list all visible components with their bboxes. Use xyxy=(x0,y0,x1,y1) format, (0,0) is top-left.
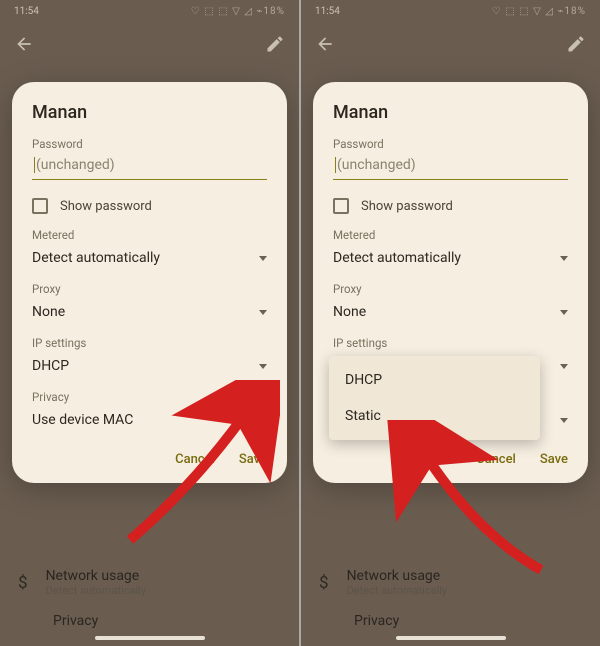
password-placeholder: (unchanged) xyxy=(36,157,115,173)
bg-privacy-title: Privacy xyxy=(354,613,399,629)
bg-privacy-row[interactable]: Privacy xyxy=(319,605,582,633)
metered-label: Metered xyxy=(333,228,568,242)
screenshot-right: 11:54 ♡ ⬚ ⬚ ▽ ◿ ⌁18% $ Network usage Det… xyxy=(301,0,600,646)
background-settings-list: $ Network usage Detect automatically Pri… xyxy=(301,560,600,633)
password-label: Password xyxy=(32,137,267,151)
edit-icon[interactable] xyxy=(566,34,586,54)
ip-option-dhcp[interactable]: DHCP xyxy=(329,362,540,398)
bg-network-usage-row[interactable]: $ Network usage Detect automatically xyxy=(319,560,582,601)
nav-pill[interactable] xyxy=(95,636,205,640)
ip-settings-select[interactable]: IP settings DHCP xyxy=(32,336,267,376)
status-icons: ♡ ⬚ ⬚ ▽ ◿ ⌁18% xyxy=(191,6,285,17)
dollar-icon: $ xyxy=(18,573,28,593)
cancel-button[interactable]: Cancel xyxy=(476,452,516,467)
privacy-label: Privacy xyxy=(32,390,267,404)
bg-network-usage-title: Network usage xyxy=(46,568,147,584)
status-time: 11:54 xyxy=(315,6,340,17)
metered-select[interactable]: Metered Detect automatically xyxy=(32,228,267,268)
bg-privacy-row[interactable]: Privacy xyxy=(18,605,281,633)
chevron-down-icon xyxy=(259,310,267,315)
proxy-select[interactable]: Proxy None xyxy=(333,282,568,322)
show-password-row[interactable]: Show password xyxy=(32,198,267,214)
wifi-edit-dialog: Manan Password (unchanged) Show password… xyxy=(313,82,588,483)
show-password-checkbox[interactable] xyxy=(333,198,349,214)
metered-value: Detect automatically xyxy=(32,250,160,266)
bg-network-usage-title: Network usage xyxy=(347,568,448,584)
ip-settings-label: IP settings xyxy=(32,336,267,350)
chevron-down-icon xyxy=(259,256,267,261)
proxy-value: None xyxy=(333,304,366,320)
metered-label: Metered xyxy=(32,228,267,242)
dialog-title: Manan xyxy=(32,102,267,123)
top-app-bar xyxy=(301,22,600,66)
password-label: Password xyxy=(333,137,568,151)
ip-settings-label: IP settings xyxy=(333,336,568,350)
dialog-actions: Cancel Save xyxy=(32,452,267,473)
proxy-select[interactable]: Proxy None xyxy=(32,282,267,322)
nav-pill[interactable] xyxy=(396,636,506,640)
privacy-value: Use device MAC xyxy=(32,412,133,428)
chevron-down-icon xyxy=(560,256,568,261)
dollar-icon: $ xyxy=(319,573,329,593)
bg-network-usage-row[interactable]: $ Network usage Detect automatically xyxy=(18,560,281,601)
status-time: 11:54 xyxy=(14,6,39,17)
metered-value: Detect automatically xyxy=(333,250,461,266)
status-icons: ♡ ⬚ ⬚ ▽ ◿ ⌁18% xyxy=(492,6,586,17)
ip-option-static[interactable]: Static xyxy=(329,398,540,434)
bg-network-usage-sub: Detect automatically xyxy=(46,584,147,597)
save-button[interactable]: Save xyxy=(239,452,267,467)
chevron-down-icon xyxy=(259,418,267,423)
privacy-select[interactable]: Privacy Use device MAC xyxy=(32,390,267,430)
top-app-bar xyxy=(0,22,299,66)
bg-network-usage-sub: Detect automatically xyxy=(347,584,448,597)
chevron-down-icon xyxy=(560,418,568,423)
save-button[interactable]: Save xyxy=(540,452,568,467)
show-password-label: Show password xyxy=(60,199,152,214)
proxy-value: None xyxy=(32,304,65,320)
bg-privacy-title: Privacy xyxy=(53,613,98,629)
back-icon[interactable] xyxy=(14,34,34,54)
ip-settings-value: DHCP xyxy=(32,358,69,374)
edit-icon[interactable] xyxy=(265,34,285,54)
show-password-checkbox[interactable] xyxy=(32,198,48,214)
show-password-row[interactable]: Show password xyxy=(333,198,568,214)
chevron-down-icon xyxy=(560,310,568,315)
cancel-button[interactable]: Cancel xyxy=(175,452,215,467)
proxy-label: Proxy xyxy=(333,282,568,296)
dialog-actions: Cancel Save xyxy=(333,452,568,473)
metered-select[interactable]: Metered Detect automatically xyxy=(333,228,568,268)
background-settings-list: $ Network usage Detect automatically Pri… xyxy=(0,560,299,633)
screenshot-left: 11:54 ♡ ⬚ ⬚ ▽ ◿ ⌁18% $ Network usage Det… xyxy=(0,0,299,646)
back-icon[interactable] xyxy=(315,34,335,54)
ip-settings-dropdown: DHCP Static xyxy=(329,356,540,440)
dialog-title: Manan xyxy=(333,102,568,123)
password-placeholder: (unchanged) xyxy=(337,157,416,173)
status-bar: 11:54 ♡ ⬚ ⬚ ▽ ◿ ⌁18% xyxy=(0,0,299,22)
show-password-label: Show password xyxy=(361,199,453,214)
chevron-down-icon xyxy=(560,364,568,369)
wifi-edit-dialog: Manan Password (unchanged) Show password… xyxy=(12,82,287,483)
ip-settings-select[interactable]: IP settings DHCP DHCP Static xyxy=(333,336,568,376)
password-input[interactable]: (unchanged) xyxy=(333,153,568,180)
status-bar: 11:54 ♡ ⬚ ⬚ ▽ ◿ ⌁18% xyxy=(301,0,600,22)
chevron-down-icon xyxy=(259,364,267,369)
password-input[interactable]: (unchanged) xyxy=(32,153,267,180)
proxy-label: Proxy xyxy=(32,282,267,296)
